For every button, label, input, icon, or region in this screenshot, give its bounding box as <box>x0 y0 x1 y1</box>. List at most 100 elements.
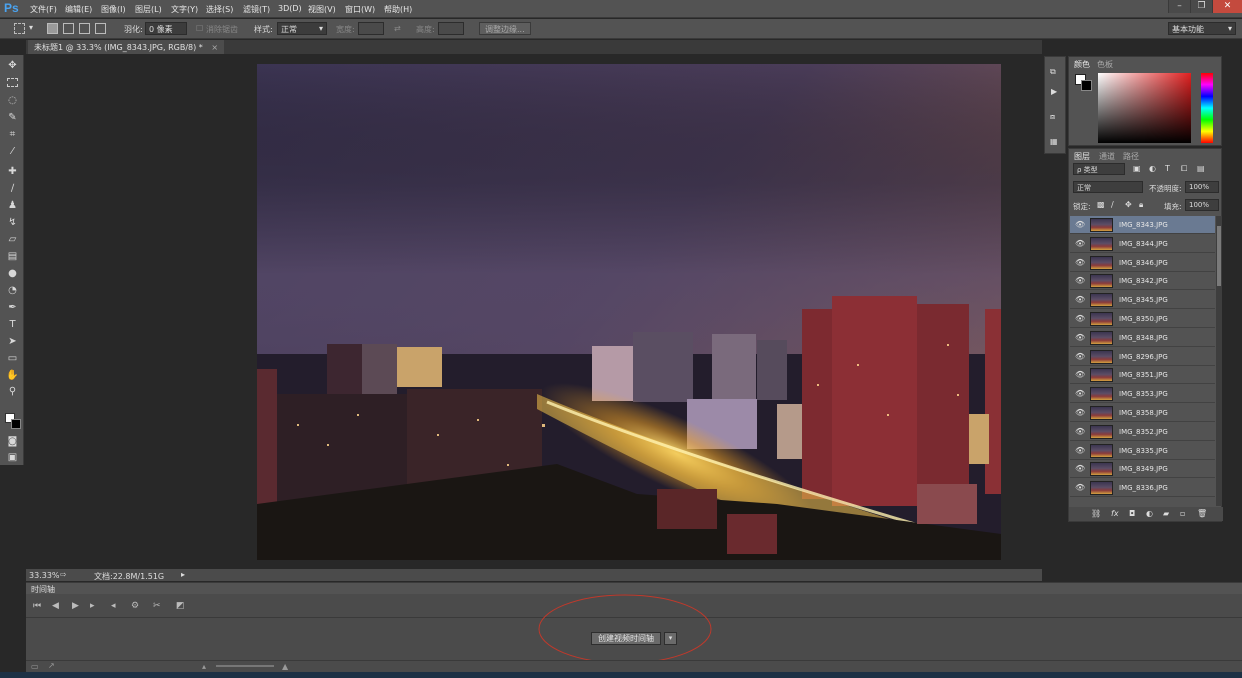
feather-input[interactable]: 0 像素 <box>145 22 187 35</box>
visibility-eye-icon[interactable]: 👁︎ <box>1075 483 1085 492</box>
filter-shape-icon[interactable]: ⧠ <box>1181 164 1187 174</box>
layer-row[interactable]: 👁︎ IMG_8344.JPG <box>1070 234 1215 253</box>
tab-color[interactable]: 颜色 <box>1074 59 1090 70</box>
marquee-tool-preset-icon[interactable] <box>14 23 25 34</box>
menu-edit[interactable]: 编辑(E) <box>65 4 92 15</box>
menu-filter[interactable]: 滤镜(T) <box>243 4 270 15</box>
screen-mode-icon[interactable]: ▣ <box>6 452 19 464</box>
visibility-eye-icon[interactable]: 👁︎ <box>1075 314 1085 323</box>
background-swatch[interactable] <box>1081 80 1092 91</box>
close-button[interactable]: ✕ <box>1212 0 1242 13</box>
new-group-icon[interactable]: ▰ <box>1163 509 1169 518</box>
render-icon[interactable]: ↗ <box>48 661 55 670</box>
gradient-tool-icon[interactable]: ▤ <box>6 251 19 263</box>
fill-input[interactable]: 100% <box>1185 199 1219 211</box>
tab-channels[interactable]: 通道 <box>1099 151 1115 162</box>
zoom-in-icon[interactable]: ▲ <box>282 662 288 671</box>
visibility-eye-icon[interactable]: 👁︎ <box>1075 352 1085 361</box>
layer-row[interactable]: 👁︎ IMG_8296.JPG <box>1070 347 1215 366</box>
menu-select[interactable]: 选择(S) <box>206 4 233 15</box>
move-tool-icon[interactable]: ✥ <box>6 60 19 72</box>
workspace-select[interactable]: 基本功能 ▾ <box>1168 22 1236 35</box>
filter-type-icon[interactable]: T <box>1165 164 1170 173</box>
style-select[interactable]: 正常 ▾ <box>277 22 327 35</box>
visibility-eye-icon[interactable]: 👁︎ <box>1075 427 1085 436</box>
lock-transparent-icon[interactable]: ▩ <box>1097 200 1105 209</box>
properties-icon[interactable]: ▦ <box>1050 137 1058 146</box>
visibility-eye-icon[interactable]: 👁︎ <box>1075 239 1085 248</box>
history-panel-icon[interactable]: ⧉ <box>1050 67 1056 77</box>
hue-slider[interactable] <box>1201 73 1213 143</box>
transition-icon[interactable]: ◩ <box>176 601 185 611</box>
menu-3d[interactable]: 3D(D) <box>278 4 302 13</box>
lasso-tool-icon[interactable]: ◌ <box>6 95 19 107</box>
filter-adjust-icon[interactable]: ◐ <box>1149 164 1156 173</box>
close-tab-icon[interactable]: × <box>211 43 218 52</box>
layer-row[interactable]: 👁︎ IMG_8342.JPG <box>1070 272 1215 291</box>
width-input[interactable] <box>358 22 384 35</box>
visibility-eye-icon[interactable]: 👁︎ <box>1075 389 1085 398</box>
delete-layer-icon[interactable]: 🗑︎ <box>1197 509 1207 518</box>
actions-play-icon[interactable]: ▶ <box>1051 87 1057 96</box>
clone-source-icon[interactable]: ⧈ <box>1050 112 1055 122</box>
chevron-down-icon[interactable]: ▾ <box>29 23 33 32</box>
menu-image[interactable]: 图像(I) <box>101 4 126 15</box>
split-scissors-icon[interactable]: ✂ <box>153 601 161 611</box>
layer-row[interactable]: 👁︎ IMG_8345.JPG <box>1070 291 1215 310</box>
export-icon[interactable]: ⇨ <box>60 570 67 579</box>
pen-tool-icon[interactable]: ✒ <box>6 302 19 314</box>
lock-pixels-icon[interactable]: ∕ <box>1111 200 1114 209</box>
add-selection-icon[interactable] <box>63 23 74 34</box>
new-selection-icon[interactable] <box>47 23 58 34</box>
healing-brush-tool-icon[interactable]: ✚ <box>6 166 19 178</box>
next-frame-icon[interactable]: ▸ <box>90 601 95 611</box>
visibility-eye-icon[interactable]: 👁︎ <box>1075 408 1085 417</box>
filter-pixel-icon[interactable]: ▣ <box>1133 164 1141 173</box>
visibility-eye-icon[interactable]: 👁︎ <box>1075 220 1085 229</box>
lock-all-icon[interactable]: 🔒︎ <box>1139 200 1143 210</box>
type-tool-icon[interactable]: T <box>6 319 19 331</box>
layer-row[interactable]: 👁︎ IMG_8335.JPG <box>1070 441 1215 460</box>
opacity-input[interactable]: 100% <box>1185 181 1219 193</box>
blend-mode-select[interactable]: 正常 <box>1073 181 1143 193</box>
visibility-eye-icon[interactable]: 👁︎ <box>1075 295 1085 304</box>
rectangle-tool-icon[interactable]: ▭ <box>6 353 19 365</box>
swap-icon[interactable]: ⇄ <box>394 24 401 33</box>
go-first-frame-icon[interactable]: ⏮ <box>33 601 41 611</box>
settings-gear-icon[interactable]: ⚙ <box>131 601 139 611</box>
tab-layers[interactable]: 图层 <box>1074 151 1090 162</box>
layers-scrollbar[interactable] <box>1216 216 1222 506</box>
height-input[interactable] <box>438 22 464 35</box>
antialias-checkbox[interactable]: ☐ <box>196 24 203 33</box>
minimize-button[interactable]: – <box>1168 0 1190 13</box>
blur-tool-icon[interactable]: ● <box>6 268 19 280</box>
path-select-tool-icon[interactable]: ➤ <box>6 336 19 348</box>
adjustment-layer-icon[interactable]: ◐ <box>1146 509 1153 518</box>
restore-button[interactable]: ❐ <box>1190 0 1212 13</box>
document-canvas-image[interactable] <box>257 64 1001 560</box>
visibility-eye-icon[interactable]: 👁︎ <box>1075 446 1085 455</box>
quick-select-tool-icon[interactable]: ✎ <box>6 112 19 124</box>
history-brush-tool-icon[interactable]: ↯ <box>6 217 19 229</box>
layer-row[interactable]: 👁︎ IMG_8351.JPG <box>1070 366 1215 385</box>
menu-help[interactable]: 帮助(H) <box>384 4 412 15</box>
layer-row[interactable]: 👁︎ IMG_8350.JPG <box>1070 310 1215 328</box>
brush-tool-icon[interactable]: ∕ <box>6 183 19 195</box>
color-picker-field[interactable] <box>1098 73 1191 143</box>
timeline-zoom-slider[interactable] <box>216 665 274 667</box>
eyedropper-tool-icon[interactable]: ⁄ <box>6 146 19 158</box>
eraser-tool-icon[interactable]: ▱ <box>6 234 19 246</box>
menu-view[interactable]: 视图(V) <box>308 4 336 15</box>
fx-icon[interactable]: fx <box>1111 509 1119 518</box>
layer-row[interactable]: 👁︎ IMG_8346.JPG <box>1070 253 1215 272</box>
frame-mode-icon[interactable]: ▭ <box>31 662 39 671</box>
visibility-eye-icon[interactable]: 👁︎ <box>1075 464 1085 473</box>
layer-row[interactable]: 👁︎ IMG_8353.JPG <box>1070 385 1215 404</box>
create-video-timeline-button[interactable]: 创建视频时间轴 <box>591 632 661 645</box>
previous-frame-icon[interactable]: ◀ <box>52 601 59 611</box>
status-menu-arrow-icon[interactable]: ▸ <box>181 570 185 579</box>
hand-tool-icon[interactable]: ✋ <box>6 370 19 382</box>
layer-row[interactable]: 👁︎ IMG_8352.JPG <box>1070 422 1215 441</box>
subtract-selection-icon[interactable] <box>79 23 90 34</box>
visibility-eye-icon[interactable]: 👁︎ <box>1075 333 1085 342</box>
